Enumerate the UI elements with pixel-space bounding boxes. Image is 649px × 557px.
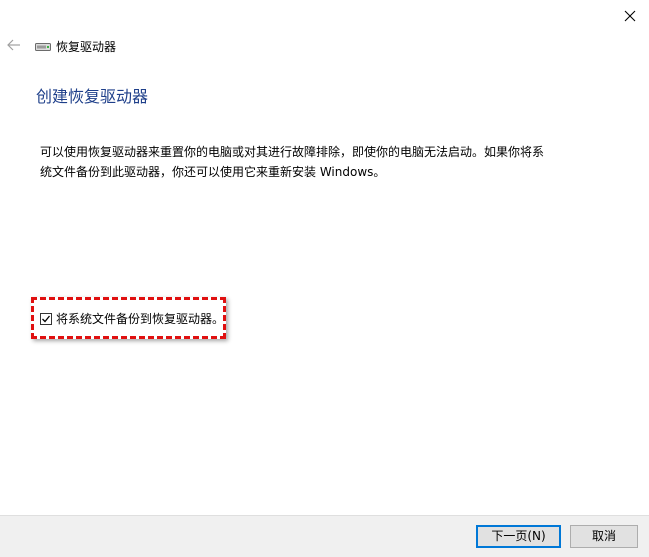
wizard-title: 恢复驱动器 — [56, 40, 117, 54]
close-button[interactable] — [613, 2, 647, 30]
wizard-footer: 下一页(N) 取消 — [0, 515, 649, 557]
cancel-button[interactable]: 取消 — [570, 525, 638, 548]
drive-icon — [35, 43, 51, 51]
checkmark-icon — [42, 315, 51, 323]
page-heading: 创建恢复驱动器 — [36, 87, 149, 106]
back-button[interactable] — [4, 35, 24, 55]
backup-system-files-label: 将系统文件备份到恢复驱动器。 — [56, 312, 225, 326]
next-button[interactable]: 下一页(N) — [476, 525, 561, 548]
back-arrow-icon — [7, 39, 20, 51]
backup-system-files-checkbox[interactable] — [40, 313, 52, 325]
backup-system-files-option[interactable]: 将系统文件备份到恢复驱动器。 — [40, 311, 224, 327]
description-text: 可以使用恢复驱动器来重置你的电脑或对其进行故障排除，即使你的电脑无法启动。如果你… — [40, 142, 570, 182]
description-line-1: 可以使用恢复驱动器来重置你的电脑或对其进行故障排除，即使你的电脑无法启动。如果你… — [40, 145, 545, 159]
recovery-drive-wizard: 恢复驱动器 创建恢复驱动器 可以使用恢复驱动器来重置你的电脑或对其进行故障排除，… — [0, 0, 649, 557]
description-line-2: 统文件备份到此驱动器，你还可以使用它来重新安装 Windows。 — [40, 165, 386, 179]
wizard-title-bar: 恢复驱动器 — [35, 38, 116, 56]
close-icon — [624, 10, 636, 22]
